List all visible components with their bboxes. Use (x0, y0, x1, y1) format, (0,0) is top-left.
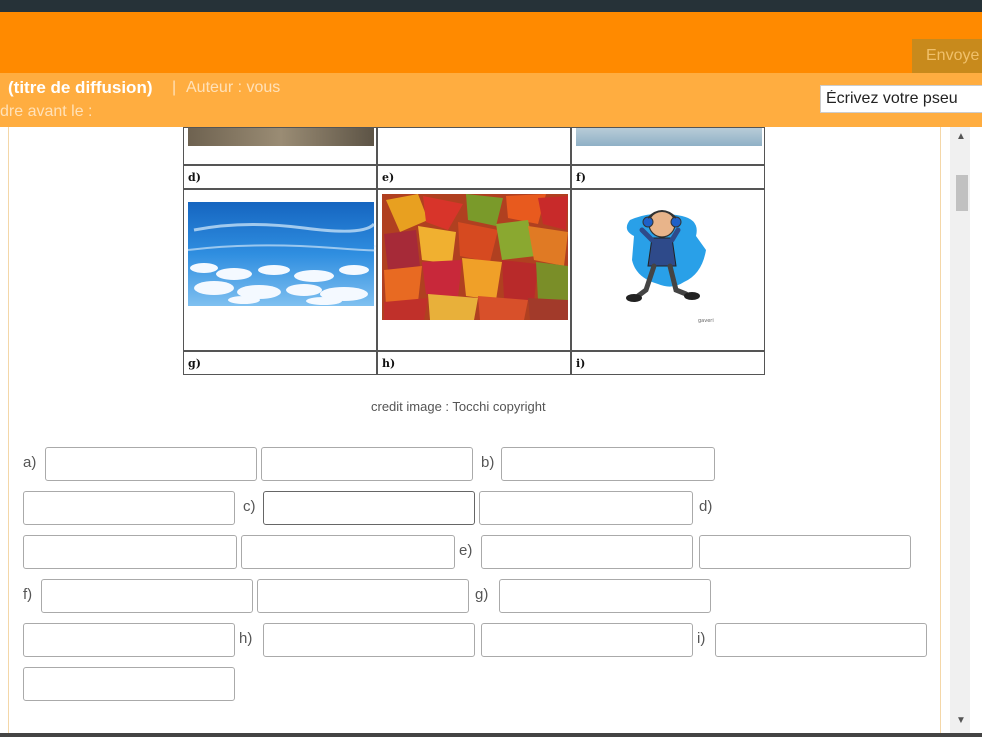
scroll-down-arrow-icon[interactable]: ▼ (956, 715, 966, 726)
answer-letter-g: g) (475, 586, 489, 603)
grid-label-cell: e) (377, 165, 571, 189)
answer-e-2-input[interactable] (699, 535, 911, 569)
send-button[interactable]: Envoye (912, 39, 982, 73)
answer-b-1-input[interactable] (501, 447, 715, 481)
window-bottom-strip (0, 733, 982, 737)
scrollbar-thumb[interactable] (956, 175, 968, 211)
grid-label-d: d) (188, 171, 201, 184)
autumn-leaves-image (382, 194, 568, 320)
grid-label-f: f) (576, 171, 586, 184)
image-cell-a (183, 127, 377, 165)
grid-label-i: i) (576, 357, 586, 370)
pseudo-input[interactable] (820, 85, 982, 113)
image-credit: credit image : Tocchi copyright (371, 399, 546, 414)
answer-letter-f: f) (23, 586, 33, 603)
answer-letter-d: d) (699, 498, 713, 515)
answer-letter-e: e) (459, 542, 473, 559)
image-cell-b (377, 127, 571, 165)
image-cell-c (571, 127, 765, 165)
exercise-content: d) e) f) gaveri g) h) i) credit image: … (8, 127, 941, 734)
answer-i-2-input[interactable] (23, 667, 235, 701)
document-title: (titre de diffusion) (8, 78, 153, 97)
orange-toolbar: Envoye (0, 12, 982, 73)
grid-label-cell: i) (571, 351, 765, 375)
window-top-strip (0, 0, 982, 12)
answer-c-2-input[interactable] (479, 491, 693, 525)
grid-label-h: h) (382, 357, 396, 370)
answer-letter-h: h) (239, 630, 253, 647)
image-cell-i: gaveri (571, 189, 765, 351)
answer-c-1-input[interactable] (263, 491, 475, 525)
answer-f-1-input[interactable] (41, 579, 253, 613)
grid-label-cell: d) (183, 165, 377, 189)
answer-h-2-input[interactable] (481, 623, 693, 657)
rock-image (188, 128, 374, 146)
mascot-with-headphones-image: gaveri (626, 210, 714, 324)
vertical-scrollbar[interactable]: ▲ ▼ (940, 127, 982, 734)
answer-a-1-input[interactable] (45, 447, 257, 481)
answer-a-2-input[interactable] (261, 447, 473, 481)
answer-letter-a: a) (23, 454, 37, 471)
answer-b-2-input[interactable] (23, 491, 235, 525)
answer-g-1-input[interactable] (499, 579, 711, 613)
grid-label-e: e) (382, 171, 395, 184)
answer-d-2-input[interactable] (241, 535, 455, 569)
scrollbar-track[interactable] (950, 127, 970, 734)
grid-label-cell: h) (377, 351, 571, 375)
title-separator: | (172, 79, 177, 96)
answer-letter-c: c) (243, 498, 256, 515)
sky-clouds-image (187, 202, 376, 306)
scroll-up-arrow-icon[interactable]: ▲ (956, 131, 966, 142)
document-info-bar: (titre de diffusion) | Auteur : vous dre… (0, 73, 982, 127)
author-label: Auteur : vous (186, 79, 281, 96)
grid-label-cell: f) (571, 165, 765, 189)
answer-h-1-input[interactable] (263, 623, 475, 657)
image-cell-h (377, 189, 571, 351)
sky-strip-image (576, 128, 762, 146)
answer-f-2-input[interactable] (257, 579, 469, 613)
answer-letter-b: b) (481, 454, 495, 471)
answer-letter-i: i) (697, 630, 706, 647)
image-cell-g (183, 189, 377, 351)
answer-g-2-input[interactable] (23, 623, 235, 657)
mascot-caption: gaveri (698, 318, 714, 324)
answer-e-1-input[interactable] (481, 535, 693, 569)
answer-d-1-input[interactable] (23, 535, 237, 569)
grid-label-g: g) (188, 357, 201, 370)
grid-label-cell: g) (183, 351, 377, 375)
answer-i-1-input[interactable] (715, 623, 927, 657)
deadline-label: dre avant le : (0, 103, 93, 120)
